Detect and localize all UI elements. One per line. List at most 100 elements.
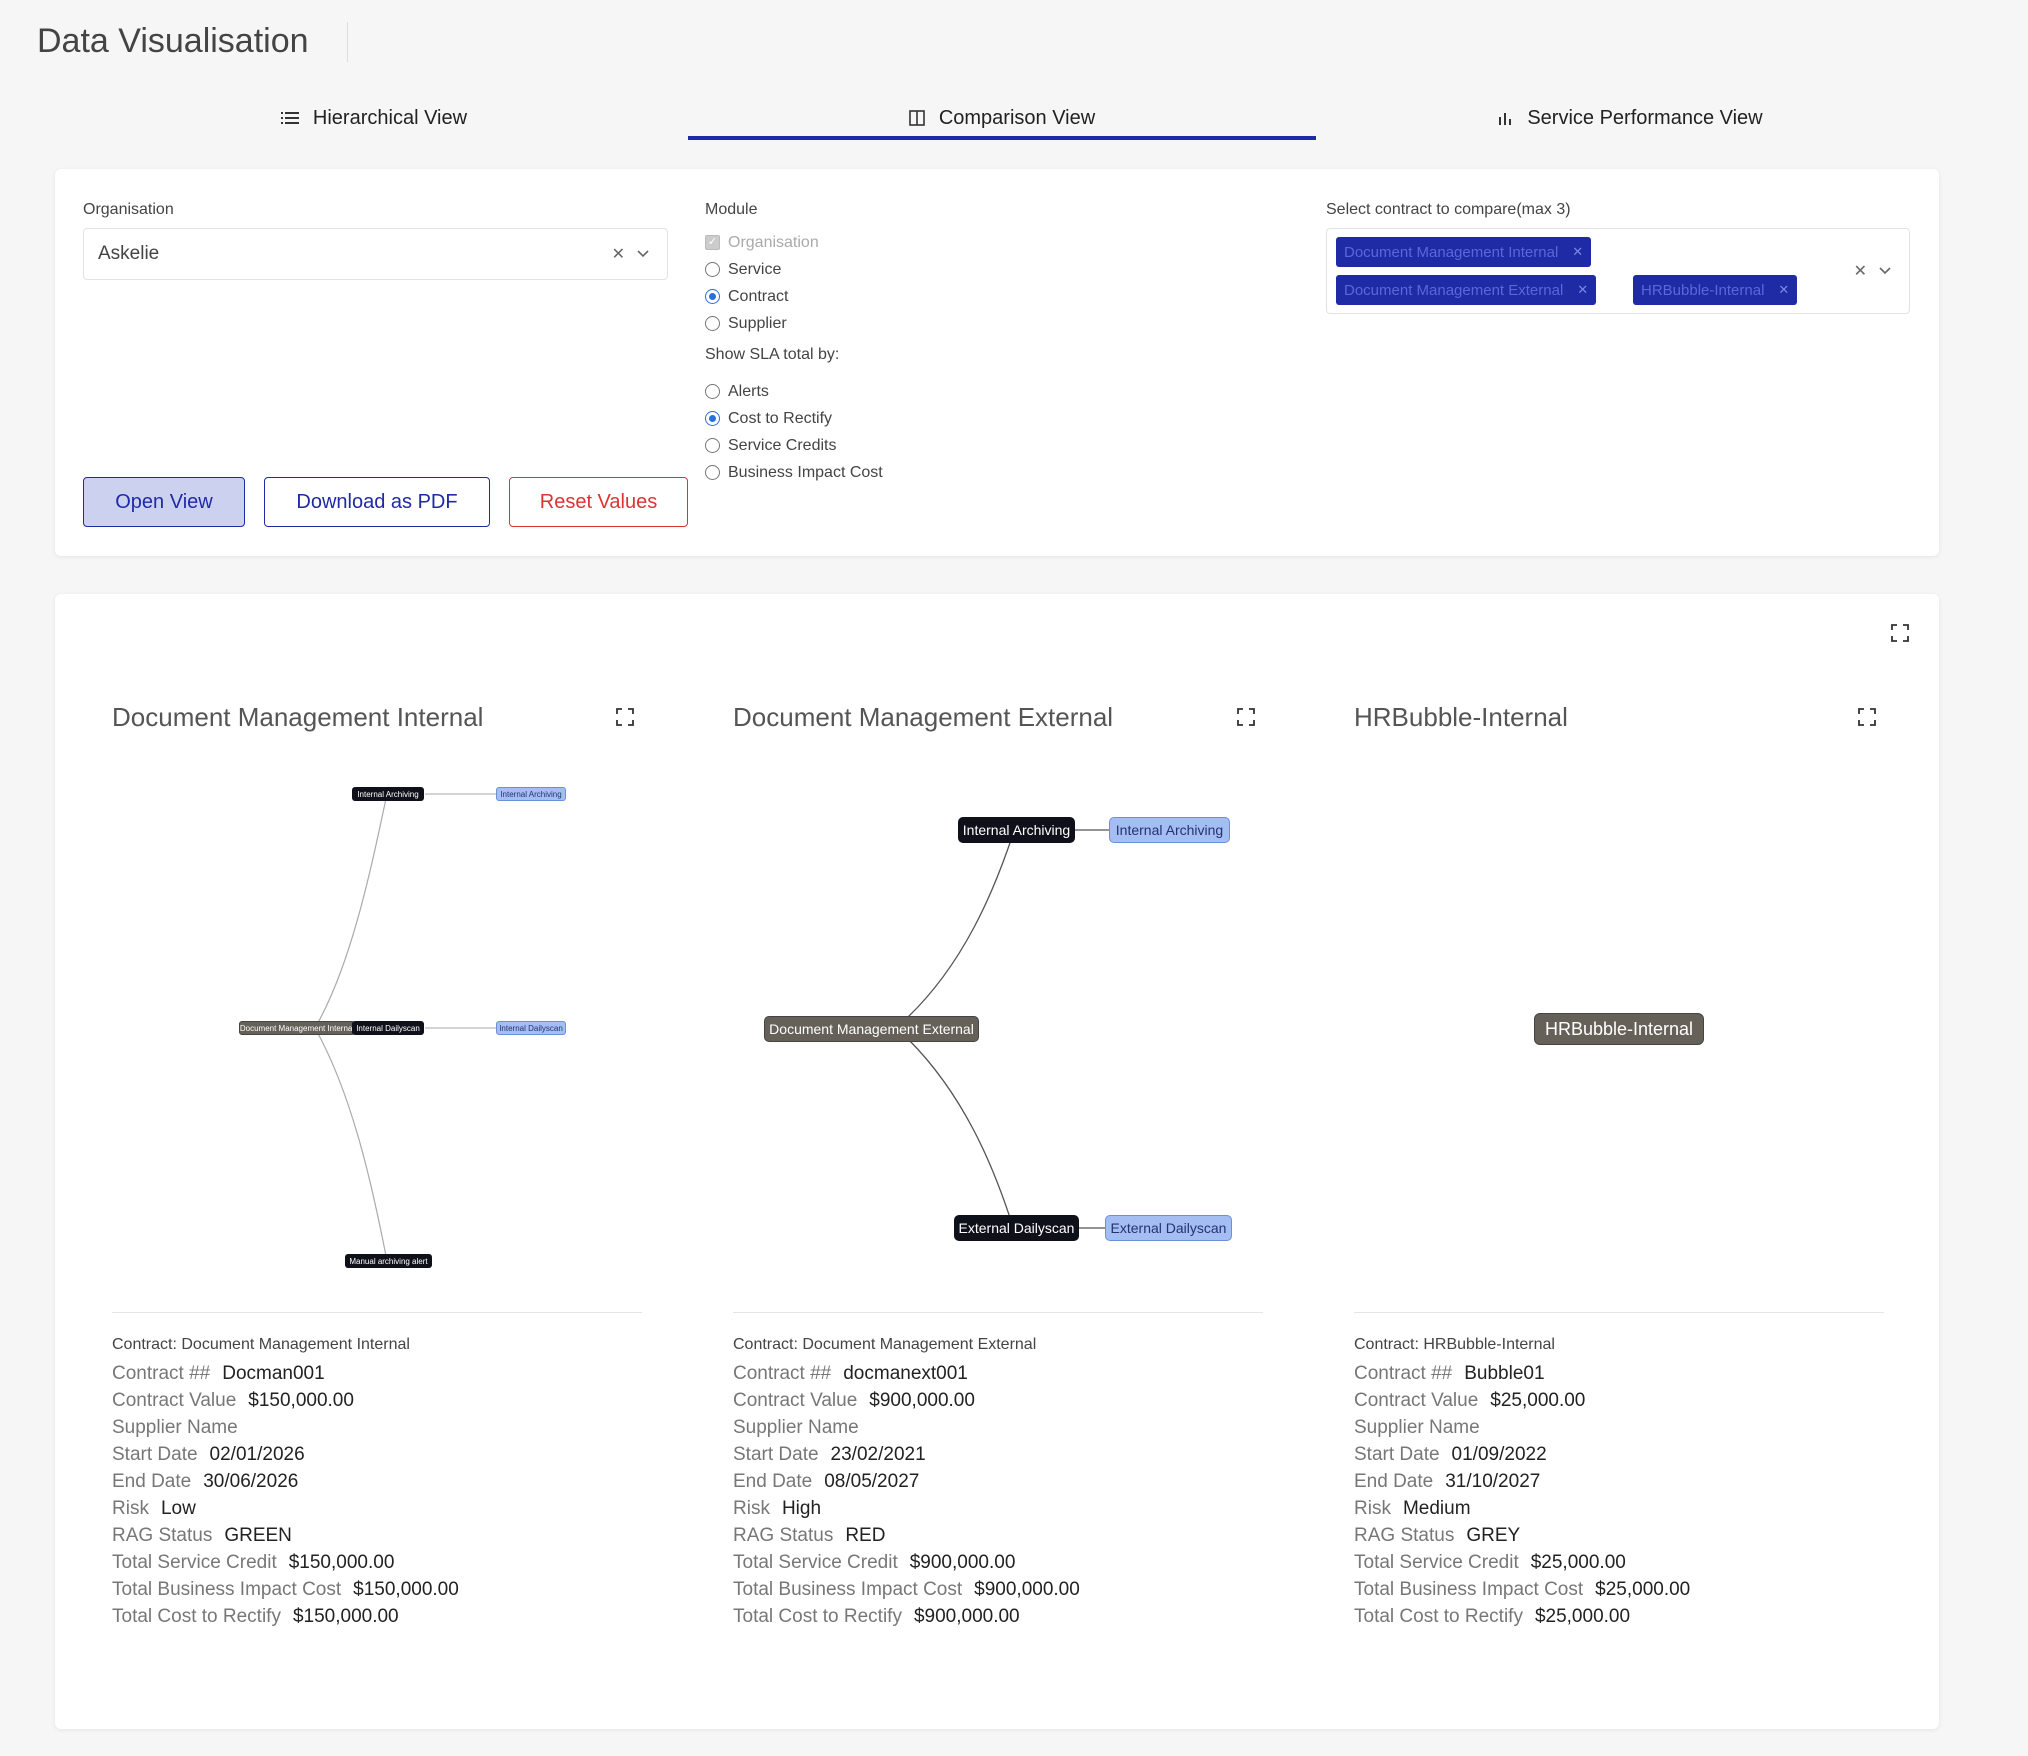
contract-select-label: Select contract to compare(max 3) xyxy=(1326,201,1571,218)
detail-value: $150,000.00 xyxy=(353,1579,459,1600)
detail-value: RED xyxy=(845,1525,886,1546)
graph-node[interactable]: External Dailyscan xyxy=(954,1215,1079,1241)
detail-value: 30/06/2026 xyxy=(203,1471,299,1492)
detail-value: $900,000.00 xyxy=(974,1579,1080,1600)
detail-row: Total Business Impact Cost $25,000.00 xyxy=(1354,1576,1690,1603)
detail-row: Risk High xyxy=(733,1495,1080,1522)
module-option-contract[interactable]: Contract xyxy=(705,283,883,310)
comparison-card: Document Management Internal Document Ma… xyxy=(55,594,1939,1729)
sla-label: Show SLA total by: xyxy=(705,345,840,363)
tab-service-performance-view[interactable]: Service Performance View xyxy=(1316,94,1944,142)
option-label: Service Credits xyxy=(728,436,837,454)
detail-value: 23/02/2021 xyxy=(830,1444,926,1465)
detail-key: Total Business Impact Cost xyxy=(1354,1579,1584,1600)
chevron-down-icon[interactable] xyxy=(1879,262,1891,280)
tab-hierarchical-view[interactable]: Hierarchical View xyxy=(60,94,688,142)
detail-value: Medium xyxy=(1402,1498,1471,1519)
detail-key: Total Business Impact Cost xyxy=(733,1579,963,1600)
detail-value: Docman001 xyxy=(222,1363,325,1384)
detail-value: $900,000.00 xyxy=(869,1390,975,1411)
detail-row: Contract ## docmanext001 xyxy=(733,1360,1080,1387)
module-label: Module xyxy=(705,201,758,218)
sla-option-service-credits[interactable]: Service Credits xyxy=(705,432,883,459)
detail-value: $25,000.00 xyxy=(1595,1579,1691,1600)
radio-icon xyxy=(705,316,720,331)
detail-key: Total Cost to Rectify xyxy=(112,1606,281,1627)
graph-root-node[interactable]: Document Management External xyxy=(764,1016,979,1042)
graph-leaf-node[interactable]: Internal Archiving xyxy=(1109,817,1230,843)
option-label: Contract xyxy=(728,287,789,305)
detail-row: RAG Status GREY xyxy=(1354,1522,1690,1549)
tree-graph: Document Management External Internal Ar… xyxy=(733,764,1263,1304)
graph-root-node[interactable]: HRBubble-Internal xyxy=(1534,1013,1704,1045)
fullscreen-icon[interactable] xyxy=(1858,708,1876,726)
sla-option-alerts[interactable]: Alerts xyxy=(705,378,883,405)
detail-value: 08/05/2027 xyxy=(824,1471,920,1492)
divider xyxy=(733,1312,1263,1313)
remove-chip-icon[interactable]: ✕ xyxy=(1577,282,1588,298)
detail-row: Start Date 02/01/2026 xyxy=(112,1441,459,1468)
detail-key: Total Service Credit xyxy=(733,1552,898,1573)
detail-row: Supplier Name xyxy=(733,1414,1080,1441)
module-group: Module ✓ Organisation Service Contract S… xyxy=(705,201,883,486)
detail-key: Contract ## xyxy=(733,1363,832,1384)
organisation-select[interactable]: Askelie ✕ xyxy=(83,228,668,280)
download-pdf-button[interactable]: Download as PDF xyxy=(264,477,490,527)
sla-option-cost-to-rectify[interactable]: Cost to Rectify xyxy=(705,405,883,432)
graph-node[interactable]: Internal Archiving xyxy=(958,817,1075,843)
sla-option-business-impact-cost[interactable]: Business Impact Cost xyxy=(705,459,883,486)
detail-key: RAG Status xyxy=(1354,1525,1455,1546)
detail-value: 31/10/2027 xyxy=(1445,1471,1541,1492)
detail-value: $900,000.00 xyxy=(913,1606,1020,1627)
detail-value: $150,000.00 xyxy=(292,1606,399,1627)
filters-card: Organisation Askelie ✕ Module ✓ Organisa… xyxy=(55,169,1939,556)
module-option-organisation[interactable]: ✓ Organisation xyxy=(705,229,883,256)
detail-key: Start Date xyxy=(112,1444,198,1465)
tree-graph: HRBubble-Internal xyxy=(1354,764,1884,1304)
graph-root-node[interactable]: Document Management Internal xyxy=(239,1021,355,1035)
fullscreen-icon[interactable] xyxy=(1891,624,1909,642)
module-option-service[interactable]: Service xyxy=(705,256,883,283)
graph-node[interactable]: Internal Dailyscan xyxy=(352,1021,424,1035)
checkbox-icon: ✓ xyxy=(705,235,720,250)
graph-node[interactable]: Manual archiving alert xyxy=(345,1254,432,1268)
open-view-button[interactable]: Open View xyxy=(83,477,245,527)
contract-details: Contract: HRBubble-Internal Contract ## B… xyxy=(1354,1336,1690,1630)
graph-node[interactable]: Internal Archiving xyxy=(352,787,424,801)
chevron-down-icon[interactable] xyxy=(637,245,649,263)
graph-leaf-node[interactable]: External Dailyscan xyxy=(1105,1215,1232,1241)
tab-label: Service Performance View xyxy=(1527,106,1763,129)
clear-icon[interactable]: ✕ xyxy=(1854,261,1867,281)
detail-key: Contract Value xyxy=(112,1390,237,1411)
radio-icon xyxy=(705,465,720,480)
list-icon xyxy=(280,111,299,125)
fullscreen-icon[interactable] xyxy=(1237,708,1255,726)
detail-row: Total Business Impact Cost $900,000.00 xyxy=(733,1576,1080,1603)
detail-row: Risk Low xyxy=(112,1495,459,1522)
detail-row: End Date 30/06/2026 xyxy=(112,1468,459,1495)
reset-values-button[interactable]: Reset Values xyxy=(509,477,688,527)
detail-row: Contract Value $150,000.00 xyxy=(112,1387,459,1414)
module-option-supplier[interactable]: Supplier xyxy=(705,310,883,337)
detail-key: Total Business Impact Cost xyxy=(112,1579,342,1600)
remove-chip-icon[interactable]: ✕ xyxy=(1572,244,1583,260)
detail-value: $150,000.00 xyxy=(248,1390,354,1411)
graph-leaf-node[interactable]: Internal Dailyscan xyxy=(496,1021,566,1035)
fullscreen-icon[interactable] xyxy=(616,708,634,726)
clear-icon[interactable]: ✕ xyxy=(612,244,625,264)
detail-row: Start Date 01/09/2022 xyxy=(1354,1441,1690,1468)
detail-row: Start Date 23/02/2021 xyxy=(733,1441,1080,1468)
detail-row: Contract Value $25,000.00 xyxy=(1354,1387,1690,1414)
remove-chip-icon[interactable]: ✕ xyxy=(1778,282,1789,298)
detail-row: Total Cost to Rectify $150,000.00 xyxy=(112,1603,459,1630)
radio-icon xyxy=(705,438,720,453)
graph-leaf-node[interactable]: Internal Archiving xyxy=(496,787,566,801)
option-label: Business Impact Cost xyxy=(728,463,883,481)
contract-multiselect[interactable]: Document Management Internal ✕ Document … xyxy=(1326,228,1910,314)
tab-comparison-view[interactable]: Comparison View xyxy=(688,94,1316,142)
contract-chip: Document Management Internal ✕ xyxy=(1336,237,1592,267)
detail-value: High xyxy=(781,1498,822,1519)
panel-title: Document Management External xyxy=(733,702,1114,732)
contract-heading: Contract: HRBubble-Internal xyxy=(1354,1336,1555,1353)
detail-value: $25,000.00 xyxy=(1530,1552,1626,1573)
